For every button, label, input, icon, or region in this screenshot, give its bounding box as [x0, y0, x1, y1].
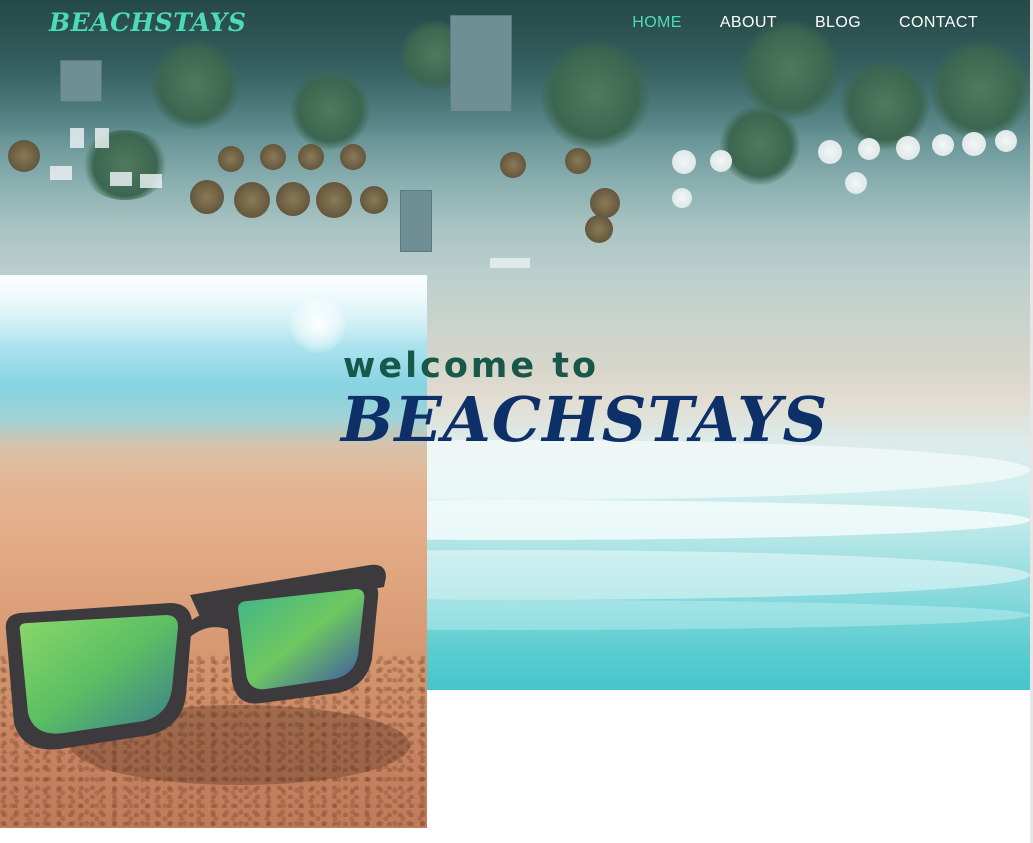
hero-welcome-text: welcome to — [343, 346, 600, 386]
nav-home-link[interactable]: HOME — [632, 14, 682, 32]
main-nav: HOME ABOUT BLOG CONTACT — [632, 14, 978, 32]
page: BEACHSTAYS HOME ABOUT BLOG CONTACT welco… — [0, 0, 1033, 843]
nav-contact-link[interactable]: CONTACT — [899, 14, 978, 32]
hero-brand-title: BEACHSTAYS — [341, 383, 829, 456]
nav-blog-link[interactable]: BLOG — [815, 14, 861, 32]
nav-about-link[interactable]: ABOUT — [720, 14, 777, 32]
site-logo[interactable]: BEACHSTAYS — [49, 8, 246, 37]
